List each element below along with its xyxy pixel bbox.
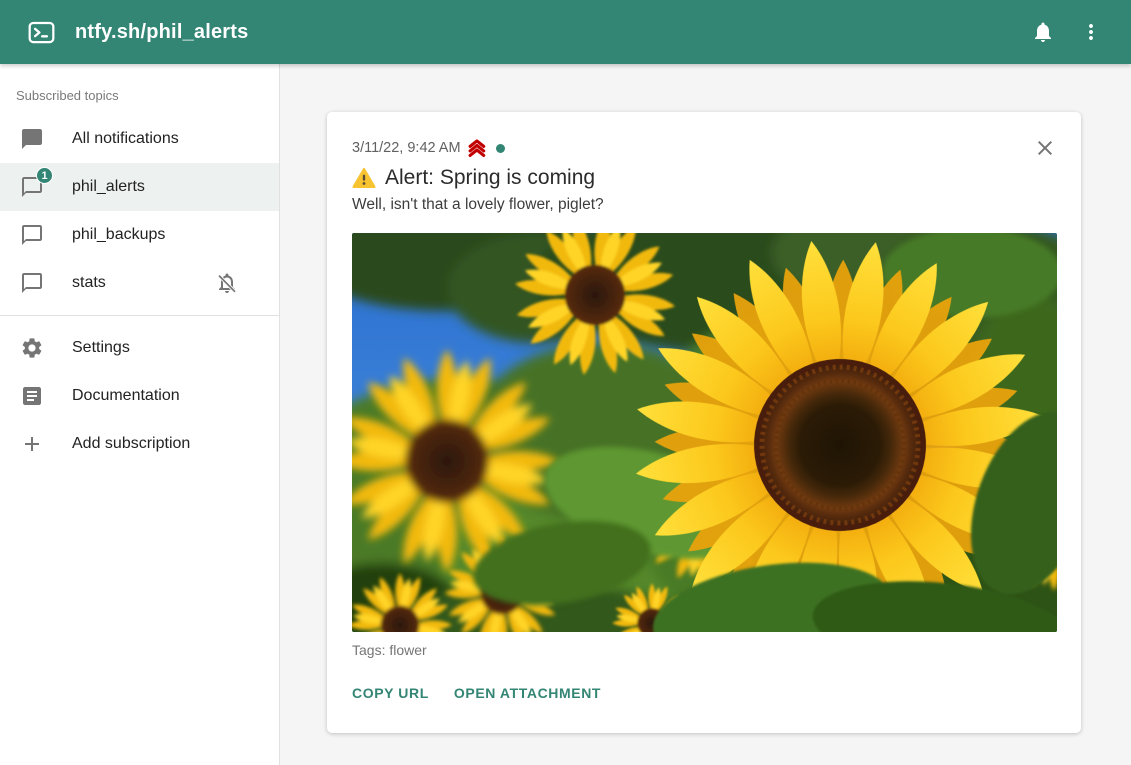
sidebar-item-label: phil_backups <box>72 226 165 244</box>
sidebar: Subscribed topics All notifications 1 ph… <box>0 64 280 765</box>
notification-meta: 3/11/22, 9:42 AM <box>352 138 1057 158</box>
notification-title-row: Alert: Spring is coming <box>352 166 1057 190</box>
gear-icon <box>20 336 44 360</box>
bell-off-icon <box>215 271 239 295</box>
sidebar-item-documentation[interactable]: Documentation <box>0 372 279 420</box>
unread-count-badge: 1 <box>36 167 53 184</box>
chat-outline-icon: 1 <box>20 175 44 199</box>
chat-filled-icon <box>20 127 44 151</box>
sidebar-item-label: stats <box>72 274 106 292</box>
attachment-image[interactable] <box>352 233 1057 632</box>
app-bar: ntfy.sh/phil_alerts <box>0 0 1131 64</box>
sidebar-item-settings[interactable]: Settings <box>0 324 279 372</box>
page-title: ntfy.sh/phil_alerts <box>75 21 248 44</box>
chat-outline-icon <box>20 271 44 295</box>
sidebar-item-all-notifications[interactable]: All notifications <box>0 115 279 163</box>
notification-body: Well, isn't that a lovely flower, piglet… <box>352 196 1057 214</box>
sidebar-item-label: phil_alerts <box>72 178 145 196</box>
bell-icon <box>1031 20 1055 44</box>
notifications-button[interactable] <box>1019 8 1067 56</box>
sidebar-item-label: Add subscription <box>72 435 190 453</box>
overflow-menu-button[interactable] <box>1067 8 1115 56</box>
copy-url-button[interactable]: COPY URL <box>352 683 429 703</box>
kebab-menu-icon <box>1079 20 1103 44</box>
unread-dot <box>496 144 505 153</box>
sidebar-item-add-subscription[interactable]: Add subscription <box>0 420 279 468</box>
notification-actions: COPY URL OPEN ATTACHMENT <box>352 683 1057 703</box>
sidebar-item-phil-alerts[interactable]: 1 phil_alerts <box>0 163 279 211</box>
sidebar-section-label: Subscribed topics <box>0 64 279 115</box>
terminal-icon <box>28 19 55 46</box>
close-icon <box>1033 136 1057 160</box>
main-content: 3/11/22, 9:42 AM Alert: Spring is coming… <box>280 64 1131 765</box>
sidebar-item-phil-backups[interactable]: phil_backups <box>0 211 279 259</box>
sidebar-item-label: All notifications <box>72 130 179 148</box>
sidebar-divider <box>0 315 279 316</box>
priority-max-icon <box>466 138 489 158</box>
notification-title: Alert: Spring is coming <box>385 166 595 190</box>
article-icon <box>20 384 44 408</box>
warning-icon <box>352 166 376 190</box>
sidebar-item-label: Documentation <box>72 387 180 405</box>
notification-card: 3/11/22, 9:42 AM Alert: Spring is coming… <box>327 112 1081 733</box>
plus-icon <box>20 432 44 456</box>
sidebar-item-label: Settings <box>72 339 130 357</box>
open-attachment-button[interactable]: OPEN ATTACHMENT <box>454 683 601 703</box>
notification-tags: Tags: flower <box>352 642 1057 658</box>
timestamp: 3/11/22, 9:42 AM <box>352 140 461 156</box>
chat-outline-icon <box>20 223 44 247</box>
close-notification-button[interactable] <box>1033 136 1057 160</box>
sidebar-item-stats[interactable]: stats <box>0 259 279 307</box>
